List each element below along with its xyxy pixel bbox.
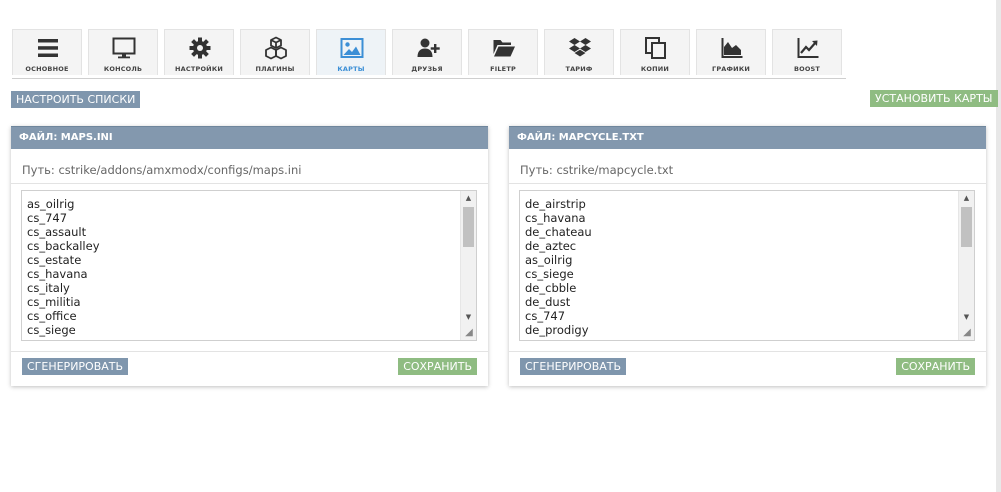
scroll-down-icon[interactable]: ▼ — [461, 310, 476, 324]
install-maps-button[interactable]: УСТАНОВИТЬ КАРТЫ — [870, 90, 998, 107]
editor-line: cs_estate — [27, 253, 82, 267]
generate-button[interactable]: СГЕНЕРИРОВАТЬ — [22, 358, 129, 375]
main-toolbar: ОСНОВНОЕ КОНСОЛЬ НАСТРОЙКИ ПЛАГИНЫ КАРТЫ… — [12, 29, 846, 79]
editor-line: de_cbble — [525, 281, 577, 295]
tab-label: ОСНОВНОЕ — [25, 65, 69, 73]
editor-line: cs_747 — [525, 309, 566, 323]
scroll-thumb[interactable] — [463, 207, 474, 247]
maps-ini-editor[interactable]: as_oilrig cs_747 cs_assault cs_backalley… — [21, 190, 477, 341]
gear-icon — [189, 37, 211, 59]
tab-label: ДРУЗЬЯ — [411, 65, 443, 73]
editor-line: de_aztec — [525, 239, 577, 253]
line-chart-icon — [797, 38, 819, 58]
tab-label: ТАРИФ — [565, 65, 593, 73]
editor-line: de_dust — [525, 295, 571, 309]
editor-line: cs_havana — [525, 211, 586, 225]
generate-button[interactable]: СГЕНЕРИРОВАТЬ — [520, 358, 627, 375]
tab-maps[interactable]: КАРТЫ — [316, 29, 386, 75]
tab-label: FILETP — [490, 65, 516, 73]
tab-friends[interactable]: ДРУЗЬЯ — [392, 29, 462, 75]
scroll-thumb[interactable] — [961, 207, 972, 247]
configure-lists-button[interactable]: НАСТРОИТЬ СПИСКИ — [11, 91, 141, 108]
tab-label: BOOST — [793, 65, 821, 73]
tab-backups[interactable]: КОПИИ — [620, 29, 690, 75]
tab-label: ГРАФИКИ — [712, 65, 750, 73]
resize-grip-icon[interactable]: ◢ — [961, 327, 973, 339]
editor-line: as_oilrig — [27, 197, 75, 211]
divider — [509, 183, 986, 184]
editor-line: cs_siege — [525, 267, 574, 281]
editor-line: cs_office — [27, 309, 77, 323]
tab-console[interactable]: КОНСОЛЬ — [88, 29, 158, 75]
monitor-icon — [112, 37, 136, 59]
tab-main[interactable]: ОСНОВНОЕ — [12, 29, 82, 75]
scroll-up-icon[interactable]: ▲ — [959, 191, 974, 205]
editor-line: de_chateau — [525, 225, 592, 239]
area-chart-icon — [721, 38, 743, 58]
cubes-icon — [265, 36, 287, 60]
tab-label: ПЛАГИНЫ — [255, 65, 295, 73]
menu-icon — [38, 39, 58, 57]
editor-line: cs_747 — [27, 211, 68, 225]
panel-title: ФАЙЛ: MAPS.INI — [11, 126, 488, 149]
image-icon — [340, 38, 364, 58]
scroll-up-icon[interactable]: ▲ — [461, 191, 476, 205]
tab-plugins[interactable]: ПЛАГИНЫ — [240, 29, 310, 75]
panel-title: ФАЙЛ: MAPCYCLE.TXT — [509, 126, 986, 149]
resize-grip-icon[interactable]: ◢ — [463, 327, 475, 339]
editor-line: de_prodigy — [525, 323, 589, 337]
tab-label: КОПИИ — [640, 65, 670, 73]
copy-icon — [645, 37, 666, 59]
save-button[interactable]: СОХРАНИТЬ — [398, 358, 477, 375]
maps-ini-panel: ФАЙЛ: MAPS.INI Путь: cstrike/addons/amxm… — [11, 126, 488, 386]
editor-line: cs_havana — [27, 267, 88, 281]
editor-lines: de_airstrip cs_havana de_chateau de_azte… — [525, 197, 592, 337]
tab-filetp[interactable]: FILETP — [468, 29, 538, 75]
file-path: Путь: cstrike/mapcycle.txt — [520, 163, 674, 177]
editor-line: cs_assault — [27, 225, 87, 239]
editor-line: de_airstrip — [525, 197, 586, 211]
editor-line: as_oilrig — [525, 253, 573, 267]
tab-label: КОНСОЛЬ — [103, 65, 143, 73]
save-button[interactable]: СОХРАНИТЬ — [896, 358, 975, 375]
editor-line: cs_siege — [27, 323, 76, 337]
tab-label: КАРТЫ — [337, 65, 365, 73]
mapcycle-panel: ФАЙЛ: MAPCYCLE.TXT Путь: cstrike/mapcycl… — [509, 126, 986, 386]
scroll-down-icon[interactable]: ▼ — [959, 310, 974, 324]
tab-tariff[interactable]: ТАРИФ — [544, 29, 614, 75]
dropbox-icon — [569, 38, 591, 57]
file-path: Путь: cstrike/addons/amxmodx/configs/map… — [22, 163, 302, 177]
mapcycle-editor[interactable]: de_airstrip cs_havana de_chateau de_azte… — [519, 190, 975, 341]
tab-charts[interactable]: ГРАФИКИ — [696, 29, 766, 75]
page-edge — [996, 0, 1001, 492]
editor-line: cs_militia — [27, 295, 81, 309]
editor-line: cs_italy — [27, 281, 70, 295]
editor-line: cs_backalley — [27, 239, 100, 253]
folder-open-icon — [493, 40, 515, 57]
divider — [11, 183, 488, 184]
divider — [509, 351, 986, 352]
tab-settings[interactable]: НАСТРОЙКИ — [164, 29, 234, 75]
editor-scrollbar[interactable]: ▲ ▼ — [460, 191, 476, 340]
divider — [11, 351, 488, 352]
tab-boost[interactable]: BOOST — [772, 29, 842, 75]
editor-scrollbar[interactable]: ▲ ▼ — [958, 191, 974, 340]
editor-lines: as_oilrig cs_747 cs_assault cs_backalley… — [27, 197, 100, 337]
user-plus-icon — [417, 38, 440, 57]
tab-label: НАСТРОЙКИ — [175, 65, 223, 73]
